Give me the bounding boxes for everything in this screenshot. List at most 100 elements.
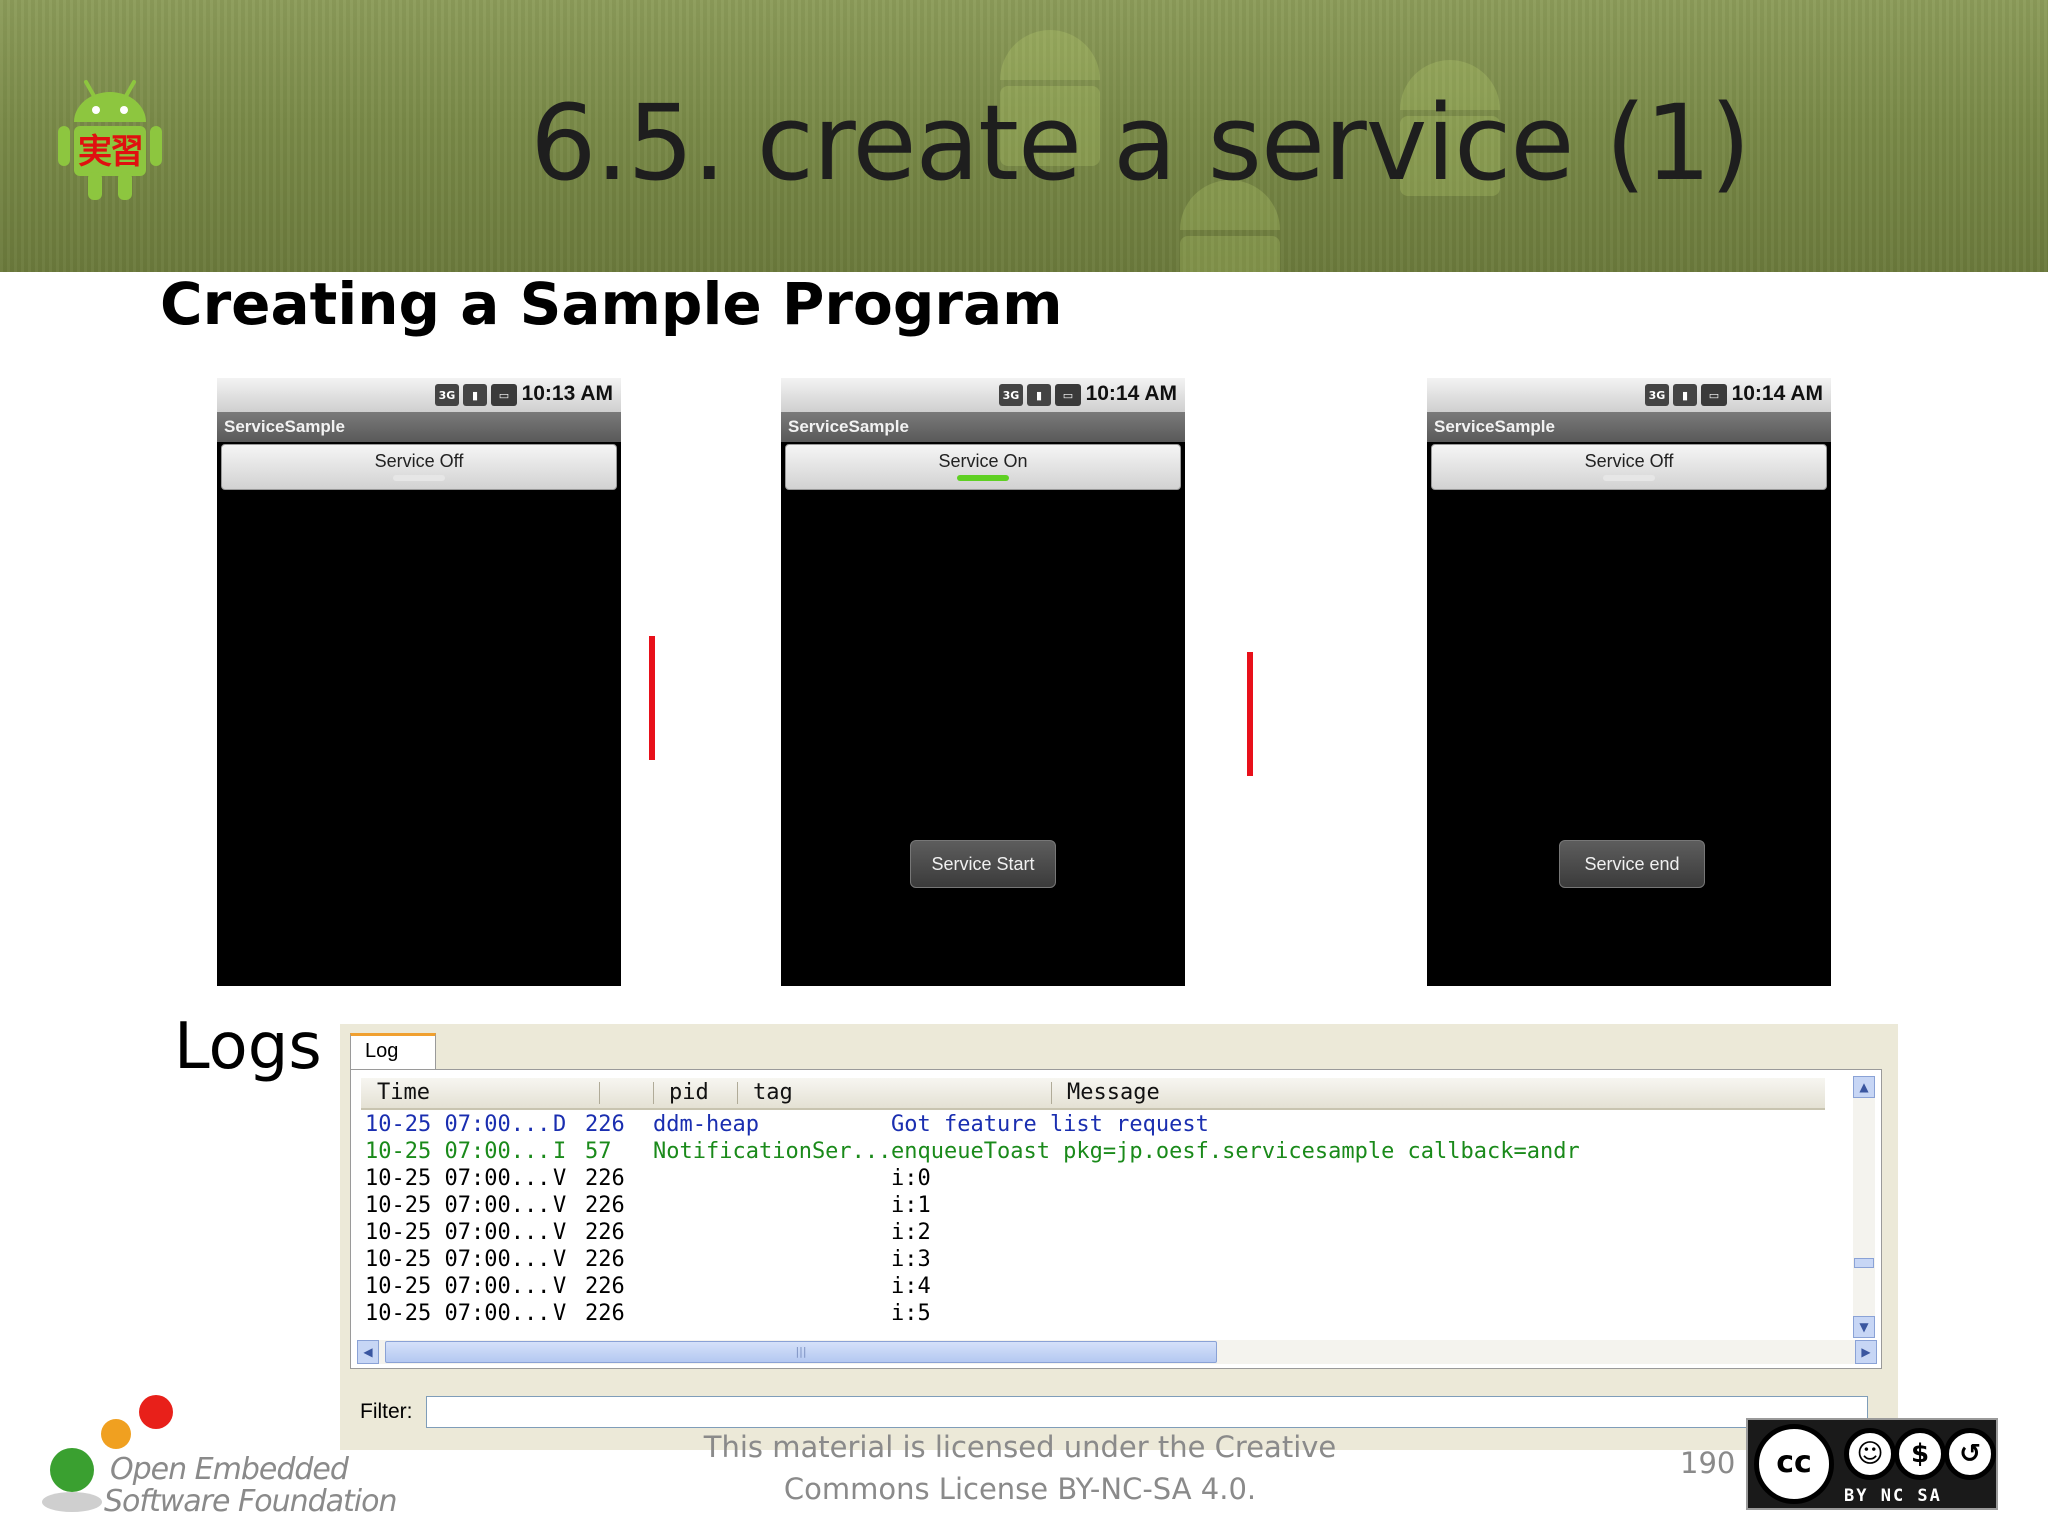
filter-input[interactable] — [426, 1396, 1868, 1428]
scroll-right-icon[interactable]: ▶ — [1855, 1340, 1877, 1364]
log-time: 10-25 07:00... — [365, 1301, 551, 1324]
app-title-bar: ServiceSample — [781, 412, 1185, 442]
log-level: I — [553, 1139, 567, 1164]
log-message: i:0 — [891, 1166, 931, 1191]
log-row[interactable]: 10-25 07:00... V 226 i:4 — [361, 1274, 1861, 1301]
slide-title: 6.5. create a service (1) — [530, 82, 1750, 204]
by-icon: ☺ — [1844, 1428, 1896, 1480]
column-header-time[interactable]: Time — [377, 1080, 430, 1105]
log-message: i:2 — [891, 1220, 931, 1245]
signal-icon: ▮ — [1027, 384, 1051, 406]
log-row[interactable]: 10-25 07:00... V 226 i:0 — [361, 1166, 1861, 1193]
scroll-left-icon[interactable]: ◀ — [357, 1340, 379, 1364]
log-rows: 10-25 07:00... D 226 ddm-heap Got feature li… — [361, 1112, 1861, 1324]
log-level: V — [553, 1220, 567, 1245]
oesf-text-line2: Software Foundation — [104, 1484, 397, 1519]
log-row[interactable]: 10-25 07:00... D 226 ddm-heap Got feature li… — [361, 1112, 1861, 1139]
toggle-label: Service Off — [1584, 451, 1674, 471]
license-line-1: This material is licensed under the Crea… — [703, 1430, 1337, 1464]
log-message: i:3 — [891, 1247, 931, 1272]
vertical-scrollbar[interactable]: ▲ ▼ — [1853, 1076, 1875, 1338]
3g-icon: 3G — [435, 384, 459, 406]
app-name: ServiceSample — [788, 417, 909, 436]
status-bar: 3G ▮ ▭ 10:14 AM — [781, 378, 1185, 412]
log-pid: 226 — [585, 1301, 625, 1324]
service-start-button[interactable]: Service Start — [910, 840, 1056, 888]
signal-icon: ▮ — [463, 384, 487, 406]
log-tag: ddm-heap — [653, 1112, 759, 1137]
3g-icon: 3G — [999, 384, 1023, 406]
app-title-bar: ServiceSample — [1427, 412, 1831, 442]
log-row[interactable]: 10-25 07:00... V 226 i:5 — [361, 1301, 1861, 1324]
log-message: i:4 — [891, 1274, 931, 1299]
phone-screen-2: 3G ▮ ▭ 10:14 AM ServiceSample Service On… — [781, 378, 1185, 986]
logo-kanji: 実習 — [78, 132, 144, 172]
service-toggle-button[interactable]: Service On — [785, 444, 1181, 490]
log-time: 10-25 07:00... — [365, 1112, 551, 1137]
log-time: 10-25 07:00... — [365, 1247, 551, 1272]
horizontal-scroll-thumb[interactable]: ||| — [385, 1341, 1217, 1363]
log-time: 10-25 07:00... — [365, 1220, 551, 1245]
log-pid: 226 — [585, 1112, 625, 1137]
battery-icon: ▭ — [491, 384, 517, 406]
scroll-down-icon[interactable]: ▼ — [1853, 1316, 1875, 1338]
service-toggle-button[interactable]: Service Off — [221, 444, 617, 490]
log-time: 10-25 07:00... — [365, 1274, 551, 1299]
log-time: 10-25 07:00... — [365, 1139, 551, 1164]
horizontal-scrollbar[interactable]: ◀ ||| ▶ — [357, 1340, 1877, 1364]
log-row[interactable]: 10-25 07:00... V 226 i:1 — [361, 1193, 1861, 1220]
license-line-2: Commons License BY-NC-SA 4.0. — [783, 1472, 1257, 1506]
log-row[interactable]: 10-25 07:00... I 57 NotificationSer... enque… — [361, 1139, 1861, 1166]
log-pid: 226 — [585, 1193, 625, 1218]
phone-screen-3: 3G ▮ ▭ 10:14 AM ServiceSample Service Of… — [1427, 378, 1831, 986]
app-title-bar: ServiceSample — [217, 412, 621, 442]
cc-labels: BY NC SA — [1844, 1486, 1942, 1506]
column-header-tag[interactable]: tag — [753, 1080, 793, 1105]
page-number: 190 — [1680, 1446, 1736, 1480]
log-pid: 226 — [585, 1220, 625, 1245]
log-message: Got feature list request — [891, 1112, 1209, 1137]
log-tab[interactable]: Log — [350, 1033, 436, 1069]
header-banner: 6.5. create a service (1) — [0, 0, 2048, 272]
log-row[interactable]: 10-25 07:00... V 226 i:2 — [361, 1220, 1861, 1247]
cc-license-badge: cc ☺ $ ↺ BY NC SA — [1746, 1418, 1998, 1510]
status-time: 10:13 AM — [521, 382, 613, 405]
license-text: This material is licensed under the Crea… — [690, 1426, 1350, 1510]
toggle-indicator — [957, 475, 1009, 481]
status-bar: 3G ▮ ▭ 10:13 AM — [217, 378, 621, 412]
log-row[interactable]: 10-25 07:00... V 226 i:3 — [361, 1247, 1861, 1274]
log-table: Time pid tag Message 10-25 07:00... D 226 d… — [350, 1069, 1882, 1369]
column-header-pid[interactable]: pid — [669, 1080, 709, 1105]
phone-screen-1: 3G ▮ ▭ 10:13 AM ServiceSample Service Of… — [217, 378, 621, 986]
column-header-message[interactable]: Message — [1067, 1080, 1160, 1105]
slide-subtitle: Creating a Sample Program — [160, 270, 1063, 338]
log-pid: 226 — [585, 1274, 625, 1299]
log-level: D — [553, 1112, 567, 1137]
service-toggle-button[interactable]: Service Off — [1431, 444, 1827, 490]
sa-icon: ↺ — [1944, 1428, 1996, 1480]
app-name: ServiceSample — [224, 417, 345, 436]
red-arrow-marker — [1247, 652, 1253, 776]
vertical-scroll-thumb[interactable] — [1854, 1258, 1874, 1268]
toggle-indicator — [1603, 475, 1655, 481]
log-pid: 226 — [585, 1247, 625, 1272]
status-time: 10:14 AM — [1085, 382, 1177, 405]
log-level: V — [553, 1193, 567, 1218]
cc-icon: cc — [1754, 1424, 1834, 1504]
toggle-indicator — [393, 475, 445, 481]
service-end-button[interactable]: Service end — [1559, 840, 1705, 888]
log-pid: 226 — [585, 1166, 625, 1191]
battery-icon: ▭ — [1701, 384, 1727, 406]
toggle-label: Service Off — [374, 451, 464, 471]
log-pid: 57 — [585, 1139, 612, 1164]
log-panel: Log Time pid tag Message 10-25 07:00... D… — [340, 1024, 1898, 1450]
red-arrow-marker — [649, 636, 655, 760]
status-bar: 3G ▮ ▭ 10:14 AM — [1427, 378, 1831, 412]
signal-icon: ▮ — [1673, 384, 1697, 406]
log-level: V — [553, 1274, 567, 1299]
status-time: 10:14 AM — [1731, 382, 1823, 405]
toggle-label: Service On — [938, 451, 1028, 471]
3g-icon: 3G — [1645, 384, 1669, 406]
log-time: 10-25 07:00... — [365, 1193, 551, 1218]
scroll-up-icon[interactable]: ▲ — [1853, 1076, 1875, 1098]
